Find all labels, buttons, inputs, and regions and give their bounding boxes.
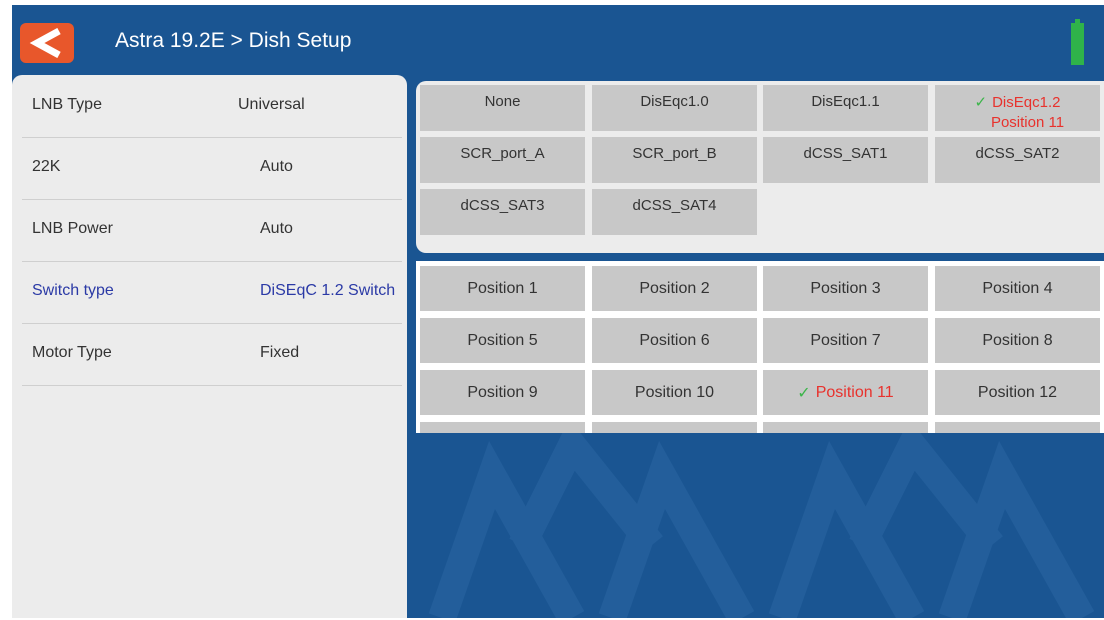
position-button-11[interactable]: ✓ Position 11 <box>763 370 928 415</box>
chevron-left-icon <box>29 28 61 58</box>
battery-full-icon <box>1071 19 1084 65</box>
position-button-next-row[interactable] <box>592 422 757 433</box>
switch-option-label: SCR_port_B <box>632 145 717 162</box>
settings-panel: LNB Type Universal 22K Auto LNB Power Au… <box>12 75 407 618</box>
switch-option-diseqc12[interactable]: ✓ DisEqc1.2 Position 11 <box>935 85 1100 131</box>
setting-row-22k[interactable]: 22K Auto <box>22 137 402 200</box>
switch-option-label: dCSS_SAT1 <box>803 145 888 162</box>
switch-option-none[interactable]: None <box>420 85 585 131</box>
switch-option-dcss-sat4[interactable]: dCSS_SAT4 <box>592 189 757 235</box>
setting-row-motor-type[interactable]: Motor Type Fixed <box>22 323 402 386</box>
page-title: Astra 19.2E > Dish Setup <box>115 29 352 52</box>
switch-option-scr-port-b[interactable]: SCR_port_B <box>592 137 757 183</box>
setting-label: LNB Power <box>32 220 113 237</box>
setting-value: Universal <box>238 96 305 113</box>
setting-label: Motor Type <box>32 344 112 361</box>
switch-option-label: SCR_port_A <box>460 145 545 162</box>
setting-value: DiSEqC 1.2 Switch <box>260 282 396 299</box>
setting-label: Switch type <box>32 282 114 299</box>
position-label-selected: Position 11 <box>815 383 894 401</box>
position-panel: Position 1 Position 2 Position 3 Positio… <box>416 261 1104 433</box>
position-button-12[interactable]: Position 12 <box>935 370 1100 415</box>
back-button[interactable] <box>20 23 74 63</box>
position-button-next-row[interactable] <box>763 422 928 433</box>
position-button-8[interactable]: Position 8 <box>935 318 1100 363</box>
check-icon: ✓ <box>974 94 988 111</box>
position-button-3[interactable]: Position 3 <box>763 266 928 311</box>
switch-option-label: DisEqc1.0 <box>640 93 709 110</box>
check-icon: ✓ <box>797 384 811 402</box>
position-button-next-row[interactable] <box>935 422 1100 433</box>
position-button-4[interactable]: Position 4 <box>935 266 1100 311</box>
switch-option-label: dCSS_SAT4 <box>632 197 717 214</box>
setting-value: Fixed <box>260 344 300 361</box>
switch-option-scr-port-a[interactable]: SCR_port_A <box>420 137 585 183</box>
switch-option-diseqc11[interactable]: DisEqc1.1 <box>763 85 928 131</box>
position-button-2[interactable]: Position 2 <box>592 266 757 311</box>
position-button-1[interactable]: Position 1 <box>420 266 585 311</box>
switch-option-dcss-sat1[interactable]: dCSS_SAT1 <box>763 137 928 183</box>
position-button-10[interactable]: Position 10 <box>592 370 757 415</box>
switch-option-sublabel: Position 11 <box>990 114 1065 131</box>
setting-row-lnb-power[interactable]: LNB Power Auto <box>22 199 402 262</box>
switch-option-label: DisEqc1.1 <box>811 93 880 110</box>
setting-value: Auto <box>260 158 293 175</box>
switch-option-label: dCSS_SAT2 <box>975 145 1060 162</box>
position-button-7[interactable]: Position 7 <box>763 318 928 363</box>
setting-row-lnb-type[interactable]: LNB Type Universal <box>22 75 402 138</box>
position-button-5[interactable]: Position 5 <box>420 318 585 363</box>
switch-option-dcss-sat3[interactable]: dCSS_SAT3 <box>420 189 585 235</box>
position-button-next-row[interactable] <box>420 422 585 433</box>
switch-option-label-selected: ✓ DisEqc1.2 <box>974 94 1061 111</box>
switch-option-label: dCSS_SAT3 <box>460 197 545 214</box>
switch-type-panel: None DisEqc1.0 DisEqc1.1 ✓ DisEqc1.2 Posi… <box>416 81 1104 253</box>
switch-option-diseqc10[interactable]: DisEqc1.0 <box>592 85 757 131</box>
header-bar: Astra 19.2E > Dish Setup <box>12 5 1104 80</box>
setting-label: 22K <box>32 158 61 175</box>
position-button-9[interactable]: Position 9 <box>420 370 585 415</box>
position-button-6[interactable]: Position 6 <box>592 318 757 363</box>
switch-option-dcss-sat2[interactable]: dCSS_SAT2 <box>935 137 1100 183</box>
switch-option-label: None <box>484 93 521 110</box>
setting-label: LNB Type <box>32 96 102 113</box>
setting-row-switch-type[interactable]: Switch type DiSEqC 1.2 Switch <box>22 261 402 324</box>
setting-value: Auto <box>260 220 293 237</box>
screen: Astra 19.2E > Dish Setup LNB Type Univer… <box>12 5 1104 618</box>
